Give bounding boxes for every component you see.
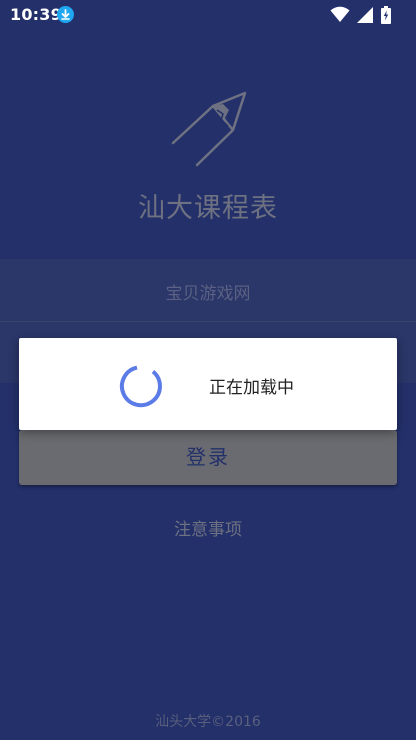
- wifi-icon: [330, 6, 350, 22]
- notice-link[interactable]: 注意事项: [0, 515, 416, 540]
- download-icon: [57, 6, 74, 23]
- signal-icon: [357, 7, 373, 23]
- loading-spinner-icon: [119, 363, 165, 409]
- loading-message: 正在加载中: [209, 378, 294, 398]
- status-time: 10:39: [10, 5, 62, 24]
- loading-dialog: 正在加载中: [19, 338, 397, 430]
- system-icons: [330, 6, 404, 24]
- pencil-icon: [165, 88, 253, 170]
- app-title: 汕大课程表: [138, 193, 278, 224]
- status-bar: 10:39: [0, 0, 416, 28]
- login-button[interactable]: 登录: [19, 430, 397, 485]
- battery-icon: [381, 6, 391, 24]
- username-value: 宝贝游戏网: [165, 284, 251, 304]
- username-field[interactable]: 宝贝游戏网: [0, 259, 416, 322]
- footer-copyright: 汕头大学©2016: [155, 714, 261, 730]
